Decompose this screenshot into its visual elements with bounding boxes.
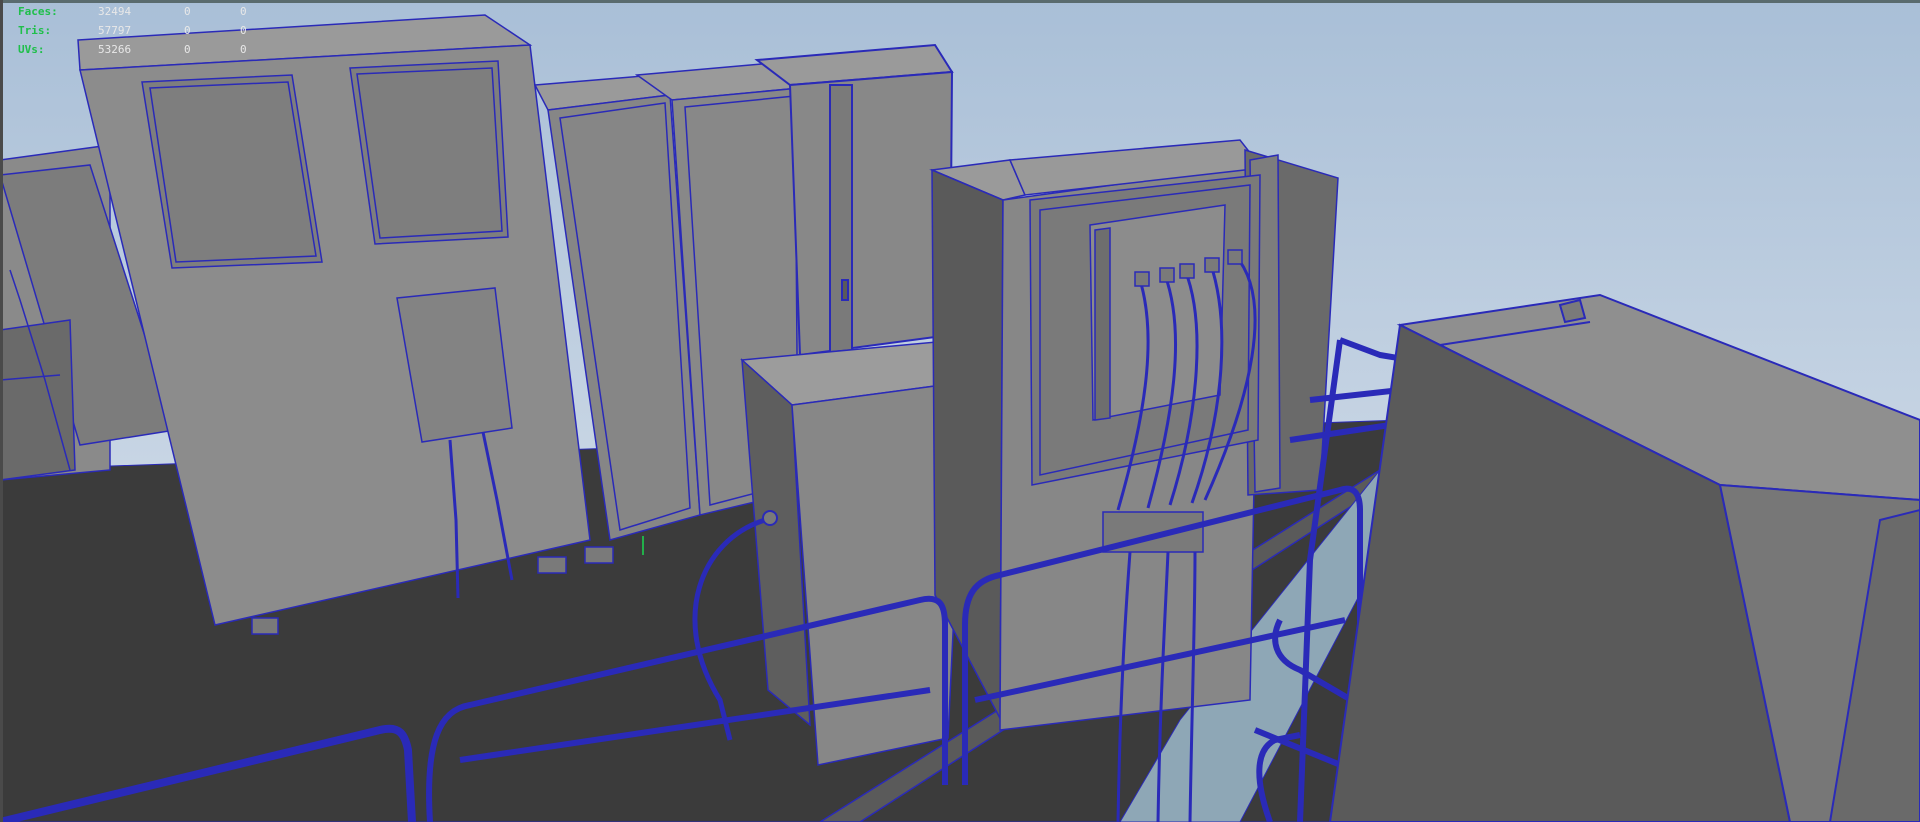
viewport-scene[interactable] <box>0 0 1920 822</box>
hud-value: 32494 <box>98 5 132 18</box>
hud-selected-extra: 0 <box>240 5 247 18</box>
hud-value: 53266 <box>98 43 132 56</box>
hud-row-faces: Faces: 32494 0 0 <box>18 2 296 21</box>
hud-label: Tris: <box>18 24 52 37</box>
3d-viewport[interactable]: Faces: 32494 0 0 Tris: 57797 0 0 UVs: 53… <box>0 0 1920 822</box>
hud-row-tris: Tris: 57797 0 0 <box>18 21 296 40</box>
hud-label: Faces: <box>18 5 58 18</box>
hud-selected-count: 0 <box>184 5 191 18</box>
viewport-left-border <box>0 0 3 822</box>
heads-up-display: Faces: 32494 0 0 Tris: 57797 0 0 UVs: 53… <box>18 2 296 59</box>
hud-value: 57797 <box>98 24 132 37</box>
hud-selected-extra: 0 <box>240 43 247 56</box>
hud-selected-extra: 0 <box>240 24 247 37</box>
hud-row-uvs: UVs: 53266 0 0 <box>18 40 296 59</box>
hud-label: UVs: <box>18 43 45 56</box>
hud-selected-count: 0 <box>184 43 191 56</box>
hud-selected-count: 0 <box>184 24 191 37</box>
